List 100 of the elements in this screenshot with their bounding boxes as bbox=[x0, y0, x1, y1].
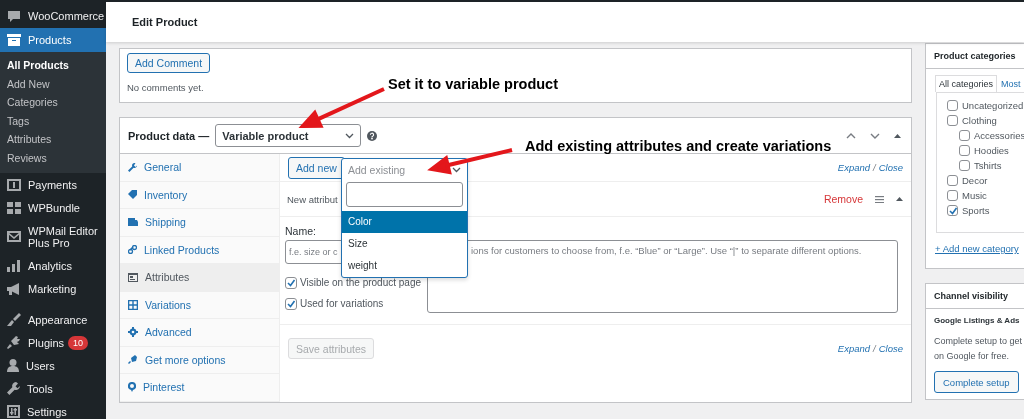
pin-icon bbox=[128, 382, 136, 393]
checkbox-label: Accessories bbox=[974, 130, 1024, 141]
values-field[interactable]: ions for customers to choose from, f.e. “Blue” or “Large”. Use “|” to separate different options. bbox=[427, 240, 898, 313]
checkbox[interactable] bbox=[959, 145, 970, 156]
speech-bubble-icon bbox=[7, 10, 21, 22]
megaphone-icon bbox=[7, 282, 21, 295]
checkbox-label: Sports bbox=[962, 205, 990, 216]
product-type-select[interactable]: Variable product bbox=[215, 124, 362, 147]
section-title: Product data — bbox=[128, 129, 210, 142]
product-data-tab[interactable]: Pinterest bbox=[120, 374, 279, 402]
checkmark-icon bbox=[286, 298, 296, 309]
sliders-icon bbox=[7, 405, 20, 418]
sidebar-item[interactable]: Users bbox=[0, 354, 106, 377]
product-data-tab[interactable]: General bbox=[120, 154, 279, 182]
select-value: Variable product bbox=[222, 129, 309, 142]
paintbrush-icon bbox=[7, 313, 21, 326]
dropdown-option[interactable]: Color bbox=[342, 211, 467, 233]
annotation-text: Set it to variable product bbox=[388, 76, 558, 92]
checkbox-label: Used for variations bbox=[300, 298, 384, 309]
add-comment-button[interactable]: Add Comment bbox=[127, 53, 211, 73]
attribute-title: New attribut bbox=[287, 193, 338, 205]
empty-message: No comments yet. bbox=[127, 82, 204, 93]
product-data-tab[interactable]: Shipping bbox=[120, 209, 279, 237]
panel-subtitle: Google Listings & Ads bbox=[934, 316, 1021, 325]
expand-link[interactable]: Expand bbox=[837, 343, 871, 354]
chevron-down-icon bbox=[870, 132, 880, 139]
sidebar-item[interactable]: Analytics bbox=[0, 254, 106, 277]
envelope-icon bbox=[7, 231, 21, 242]
category-tab[interactable]: All categories bbox=[935, 75, 998, 92]
bar-chart-icon bbox=[7, 259, 21, 272]
checkbox-label: Music bbox=[962, 190, 987, 201]
sidebar-item[interactable]: WooCommerce bbox=[0, 4, 106, 28]
product-data-tab[interactable]: Inventory bbox=[120, 181, 279, 209]
panel-title: Product categories bbox=[926, 44, 1024, 69]
add-category-link[interactable]: + Add new category bbox=[935, 243, 1019, 254]
count-badge: 10 bbox=[68, 335, 89, 350]
checkbox[interactable] bbox=[947, 115, 958, 126]
category-tab[interactable]: Most bbox=[997, 75, 1024, 92]
checkbox[interactable] bbox=[947, 205, 958, 216]
sidebar-item[interactable]: Tools bbox=[0, 377, 106, 400]
drag-handle-icon bbox=[875, 195, 884, 203]
sidebar-item[interactable]: Marketing bbox=[0, 277, 106, 300]
checkmark-icon bbox=[286, 277, 296, 288]
checkbox-label: Decor bbox=[962, 175, 988, 186]
sidebar-item[interactable]: Products bbox=[0, 28, 106, 52]
close-link[interactable]: Close bbox=[878, 343, 903, 354]
product-data-tab[interactable]: Variations bbox=[120, 291, 279, 319]
chevron-up-icon bbox=[846, 132, 856, 139]
dropdown-search-field[interactable] bbox=[346, 182, 463, 207]
panel-title: Channel visibility bbox=[926, 284, 1024, 309]
submenu-item[interactable]: Reviews bbox=[0, 148, 106, 167]
triangle-up-icon bbox=[896, 197, 903, 201]
sidebar-item[interactable]: Plugins 10 bbox=[0, 331, 106, 354]
remove-link[interactable]: Remove bbox=[823, 193, 863, 205]
sidebar-item[interactable]: Appearance bbox=[0, 308, 106, 331]
product-data-tab[interactable]: Get more options bbox=[120, 346, 279, 374]
sidebar-item[interactable]: Settings bbox=[0, 400, 106, 419]
wrench-icon bbox=[128, 162, 137, 172]
checkbox-label: Visible on the product page bbox=[300, 277, 421, 288]
triangle-up-icon bbox=[894, 133, 901, 138]
checkbox[interactable] bbox=[285, 276, 297, 289]
submenu-item[interactable]: Categories bbox=[0, 93, 106, 112]
description-text: Complete setup to get bbox=[934, 335, 1024, 348]
checkbox[interactable] bbox=[285, 297, 297, 310]
chevron-down-icon bbox=[345, 132, 355, 139]
checkbox[interactable] bbox=[947, 190, 958, 201]
dropdown-placeholder: Add existing bbox=[348, 163, 406, 176]
submenu-item[interactable]: Add New bbox=[0, 74, 106, 93]
checkbox[interactable] bbox=[947, 100, 958, 111]
checkbox[interactable] bbox=[947, 175, 958, 186]
help-icon bbox=[367, 130, 378, 141]
field-label: Name: bbox=[285, 225, 317, 237]
checkbox[interactable] bbox=[959, 160, 970, 171]
description-text: on Google for free. bbox=[934, 350, 1011, 363]
annotation-text: Add existing attributes and create variations bbox=[525, 138, 832, 154]
submenu-item[interactable]: Attributes bbox=[0, 130, 106, 149]
sidebar-item[interactable]: Payments bbox=[0, 173, 106, 196]
archive-box-icon bbox=[7, 34, 21, 46]
link-icon bbox=[128, 245, 137, 255]
chevron-down-icon bbox=[452, 166, 461, 173]
link-separator: / bbox=[873, 162, 876, 173]
expand-link[interactable]: Expand bbox=[837, 162, 871, 173]
product-data-tab[interactable]: Advanced bbox=[120, 319, 279, 347]
submenu-item[interactable]: All Products bbox=[0, 56, 106, 75]
tag-icon bbox=[128, 190, 137, 200]
sidebar-item[interactable]: WPMail Editor Plus Pro bbox=[0, 219, 106, 254]
complete-setup-button[interactable]: Complete setup bbox=[934, 371, 1019, 393]
attribute-dropdown[interactable]: Add existing Color Size weight bbox=[341, 158, 468, 278]
grid-icon bbox=[128, 299, 138, 310]
add-new-button[interactable]: Add new bbox=[288, 156, 345, 179]
checkbox-label: Clothing bbox=[962, 115, 997, 126]
sidebar-item[interactable]: WPBundle bbox=[0, 196, 106, 219]
checkbox-label: Uncategorized bbox=[962, 100, 1024, 111]
grid-icon bbox=[7, 201, 21, 214]
checkbox[interactable] bbox=[959, 130, 970, 141]
product-data-tab[interactable]: Attributes bbox=[120, 264, 279, 292]
submenu-item[interactable]: Tags bbox=[0, 111, 106, 130]
close-link[interactable]: Close bbox=[878, 162, 903, 173]
checkmark-icon bbox=[947, 205, 958, 216]
user-icon bbox=[7, 359, 19, 372]
